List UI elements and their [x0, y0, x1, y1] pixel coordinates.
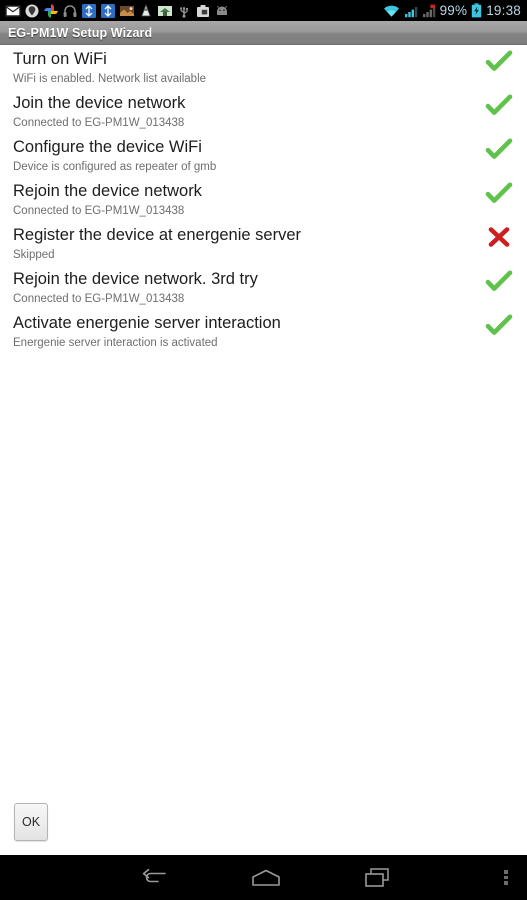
cross-icon — [488, 227, 510, 247]
step-subtitle: Connected to EG-PM1W_013438 — [13, 205, 185, 217]
vlc-cone-icon — [141, 3, 151, 16]
battery-percent-label: 99% — [439, 3, 468, 18]
step-title: Register the device at energenie server — [13, 226, 301, 244]
back-arrow-icon — [142, 868, 166, 882]
step-subtitle: Connected to EG-PM1W_013438 — [13, 117, 185, 129]
clock-label: 19:38 — [486, 3, 521, 18]
nav-menu-button[interactable] — [485, 855, 527, 900]
ok-button[interactable]: OK — [14, 803, 48, 841]
home-photo-icon — [158, 5, 172, 16]
setup-step-row: Rejoin the device network. 3rd try Connec… — [0, 265, 527, 309]
step-status-icon-wrap — [485, 137, 513, 161]
check-icon — [485, 138, 513, 159]
setup-step-row: Register the device at energenie server S… — [0, 221, 527, 265]
status-bar-notification-icons — [0, 3, 230, 19]
nav-back-button[interactable] — [98, 855, 210, 900]
step-title: Join the device network — [13, 94, 186, 112]
step-subtitle: Energenie server interaction is activate… — [13, 337, 218, 349]
step-title: Turn on WiFi — [13, 50, 107, 68]
check-icon — [485, 270, 513, 291]
signal-bars-no-service-icon — [422, 4, 435, 17]
step-status-icon-wrap — [485, 181, 513, 205]
signal-bars-icon — [404, 6, 417, 17]
step-title: Configure the device WiFi — [13, 138, 202, 156]
step-status-icon-wrap — [485, 49, 513, 73]
android-icon — [216, 5, 228, 15]
setup-step-list: Turn on WiFi WiFi is enabled. Network lis… — [0, 45, 527, 855]
check-icon — [485, 94, 513, 115]
photo-icon — [120, 5, 134, 16]
location-pin-icon — [25, 4, 39, 17]
gmail-icon — [5, 4, 21, 17]
android-navigation-bar — [0, 855, 527, 900]
wifi-icon — [383, 5, 399, 17]
usb-icon — [180, 6, 189, 18]
setup-step-row: Configure the device WiFi Device is confi… — [0, 133, 527, 177]
step-status-icon-wrap — [485, 93, 513, 117]
step-status-icon-wrap — [485, 269, 513, 293]
home-icon — [252, 869, 280, 886]
status-bar-system-icons: 99% 19:38 — [383, 0, 527, 21]
status-bar: 99% 19:38 — [0, 0, 527, 21]
headphones-icon — [63, 4, 77, 17]
step-title: Rejoin the device network — [13, 182, 202, 200]
setup-step-row: Turn on WiFi WiFi is enabled. Network lis… — [0, 45, 527, 89]
camera-bag-icon — [197, 4, 209, 17]
check-icon — [485, 182, 513, 203]
step-title: Activate energenie server interaction — [13, 314, 281, 332]
step-subtitle: Skipped — [13, 249, 55, 261]
setup-step-row: Join the device network Connected to EG-P… — [0, 89, 527, 133]
step-subtitle: Device is configured as repeater of gmb — [13, 161, 217, 173]
google-photos-icon — [44, 3, 58, 18]
setup-step-row: Rejoin the device network Connected to EG… — [0, 177, 527, 221]
step-subtitle: WiFi is enabled. Network list available — [13, 73, 207, 85]
step-subtitle: Connected to EG-PM1W_013438 — [13, 293, 185, 305]
step-status-icon-wrap — [485, 225, 513, 249]
step-title: Rejoin the device network. 3rd try — [13, 270, 258, 288]
check-icon — [485, 314, 513, 335]
step-status-icon-wrap — [485, 313, 513, 337]
battery-charging-icon — [472, 3, 482, 18]
app-title-bar: EG-PM1W Setup Wizard — [0, 21, 527, 45]
nav-recents-button[interactable] — [322, 855, 434, 900]
page-title: EG-PM1W Setup Wizard — [8, 25, 153, 40]
recent-apps-icon — [365, 867, 389, 887]
check-icon — [485, 50, 513, 71]
android-screen: 99% 19:38 EG-PM1W Setup Wizard Turn on W… — [0, 0, 527, 900]
sync-blue-icon — [82, 3, 96, 18]
overflow-menu-icon — [504, 868, 508, 887]
sync-blue-icon-2 — [101, 3, 115, 18]
setup-step-row: Activate energenie server interaction Ene… — [0, 309, 527, 353]
nav-home-button[interactable] — [210, 855, 322, 900]
